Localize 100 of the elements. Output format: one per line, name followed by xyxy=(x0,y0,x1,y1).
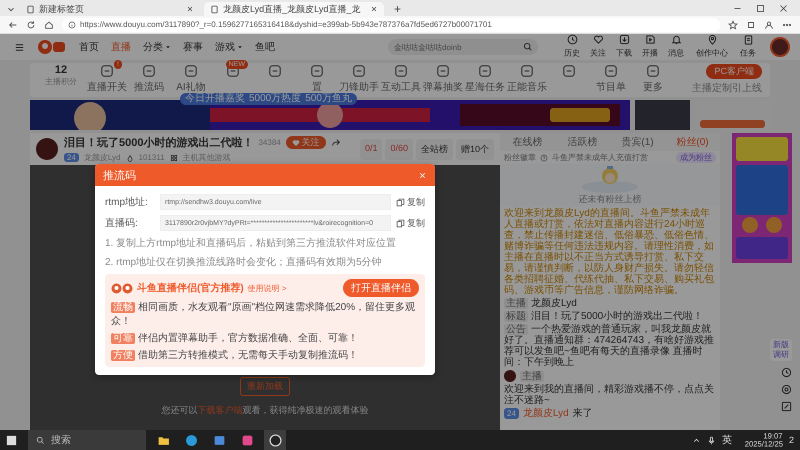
tool-icon[interactable] xyxy=(352,64,366,78)
windows-icon[interactable] xyxy=(6,434,16,446)
logo-icon[interactable] xyxy=(37,39,67,55)
join-fans-button[interactable]: 成为粉丝 xyxy=(676,152,716,163)
category-icon xyxy=(170,154,178,162)
empty-message: 还未有粉丝上榜 xyxy=(578,193,642,206)
refresh-icon[interactable] xyxy=(26,20,36,30)
action-link[interactable]: 创作中心 xyxy=(696,47,728,59)
action-link[interactable]: 消息 xyxy=(668,47,684,59)
browser-tab[interactable]: 龙颜皮Lyd直播_龙颜皮Lyd直播_龙 xyxy=(204,2,384,16)
rank-tab[interactable]: 贵宾(1) xyxy=(610,135,665,149)
back-icon[interactable] xyxy=(8,20,18,30)
close-icon[interactable] xyxy=(779,4,788,12)
heart-icon[interactable] xyxy=(592,34,604,45)
stat-box[interactable]: 赠10个 xyxy=(456,138,494,160)
nav-link[interactable]: 首页 xyxy=(79,40,99,54)
nav-link[interactable]: 直播 xyxy=(111,40,131,54)
streamer-avatar[interactable] xyxy=(36,138,58,160)
tool-icon[interactable] xyxy=(268,64,282,78)
survey-button[interactable]: 新版调研 xyxy=(770,339,792,361)
action-link[interactable]: 历史 xyxy=(564,47,580,59)
tool-icon[interactable] xyxy=(100,64,114,78)
rank-tab[interactable]: 粉丝(0) xyxy=(665,135,720,149)
tool-label[interactable]: 星海任务 xyxy=(465,80,505,94)
copy-button[interactable]: 复制 xyxy=(396,196,425,208)
copy-button[interactable]: 复制 xyxy=(396,216,425,230)
notification-count[interactable]: 2 xyxy=(788,435,794,445)
search-field[interactable]: 金咕咕金咕咕doinb xyxy=(388,39,538,55)
browser-tab[interactable]: 新建标签页 xyxy=(20,2,200,16)
tool-icon[interactable] xyxy=(436,64,450,78)
tool-label[interactable]: 直播开关 xyxy=(87,80,127,94)
broadcast-icon[interactable] xyxy=(644,34,656,45)
tool-label[interactable]: 刀锋助手 xyxy=(339,80,379,94)
clipboard-icon[interactable] xyxy=(742,34,754,45)
tool-label[interactable]: 置 xyxy=(312,80,322,94)
tool-label[interactable]: 弹幕抽奖 xyxy=(423,80,463,94)
stat-box[interactable]: 0/1 xyxy=(360,138,382,160)
action-link[interactable]: 任务 xyxy=(740,47,756,59)
home-icon[interactable] xyxy=(44,20,54,30)
user-avatar[interactable] xyxy=(504,370,516,382)
address-field[interactable]: https://www.douyu.com/3117890?_r=0.1596277165316418&dyshid=e399ab-5b943e787376a7fd5ed6727b00071701 xyxy=(62,18,720,32)
close-icon[interactable] xyxy=(370,5,378,13)
tool-label[interactable]: 推流码 xyxy=(134,80,164,94)
recorder-icon[interactable] xyxy=(268,434,282,446)
share-icon[interactable] xyxy=(330,138,341,148)
category-link[interactable]: 主机其他游戏 xyxy=(182,152,231,163)
location-icon[interactable] xyxy=(706,34,718,45)
help-icon[interactable] xyxy=(540,154,548,162)
target-icon[interactable] xyxy=(781,384,792,395)
app-icon[interactable] xyxy=(240,434,254,446)
nav-link[interactable]: 赛事 xyxy=(183,40,203,54)
tool-label[interactable]: AI礼物 xyxy=(176,80,206,94)
tool-label[interactable]: 正能音乐 xyxy=(507,80,547,94)
star-icon[interactable] xyxy=(728,20,738,30)
rank-tab[interactable]: 在线榜 xyxy=(500,135,555,149)
microphone-icon[interactable] xyxy=(706,436,716,444)
taskbar-search-field[interactable]: 搜索 xyxy=(28,430,146,450)
pc-client-button[interactable]: PC客户端 xyxy=(706,64,762,79)
action-link[interactable]: 关注 xyxy=(590,47,606,59)
stat-box[interactable]: 0/60 xyxy=(385,138,413,160)
follow-button[interactable]: 关注 xyxy=(286,136,326,149)
user-avatar[interactable] xyxy=(770,37,790,57)
tool-icon[interactable] xyxy=(184,64,198,78)
user-name[interactable]: 龙颜皮Lyd xyxy=(522,408,569,419)
new-tab-button[interactable]: + xyxy=(388,2,408,16)
open-companion-button[interactable]: 打开直播伴侣 xyxy=(343,279,419,297)
tool-icon[interactable] xyxy=(562,64,576,78)
help-link[interactable]: 使用说明 > xyxy=(248,282,287,294)
tool-icon[interactable] xyxy=(394,64,408,78)
app-icon[interactable] xyxy=(212,434,226,446)
history-icon[interactable] xyxy=(781,367,792,378)
streamer-name[interactable]: 龙颜皮Lyd xyxy=(84,152,121,163)
tool-icon[interactable] xyxy=(604,64,618,78)
input-method[interactable]: 英 xyxy=(722,433,732,447)
rank-tab[interactable]: 活跃榜 xyxy=(555,135,610,149)
tool-icon[interactable] xyxy=(520,64,534,78)
edit-icon[interactable] xyxy=(781,401,792,412)
search-icon[interactable] xyxy=(523,42,533,52)
action-link[interactable]: 下载 xyxy=(616,47,632,59)
bell-icon[interactable] xyxy=(670,34,682,45)
tool-icon[interactable] xyxy=(478,64,492,78)
browser-icon[interactable] xyxy=(184,434,198,446)
extensions-icon[interactable] xyxy=(746,20,756,30)
menu-icon[interactable] xyxy=(14,42,25,52)
nav-link[interactable]: 分类 xyxy=(143,40,171,54)
action-link[interactable]: 开播 xyxy=(642,47,658,59)
history-icon[interactable] xyxy=(566,34,578,45)
maximize-icon[interactable] xyxy=(756,4,765,12)
stat-box[interactable]: 全站榜 xyxy=(416,138,453,160)
tool-icon[interactable] xyxy=(310,64,324,78)
close-icon[interactable] xyxy=(186,5,194,13)
tool-label[interactable]: 互动工具 xyxy=(381,80,421,94)
tool-label[interactable]: 更多 xyxy=(643,80,663,94)
tool-label[interactable]: 节目单 xyxy=(596,80,626,94)
download-icon[interactable] xyxy=(618,34,630,45)
nav-link[interactable]: 鱼吧 xyxy=(255,40,275,54)
tool-icon[interactable] xyxy=(142,64,156,78)
nav-link[interactable]: 游戏 xyxy=(215,40,243,54)
tool-icon[interactable] xyxy=(646,64,660,78)
profile-icon[interactable] xyxy=(764,20,774,30)
